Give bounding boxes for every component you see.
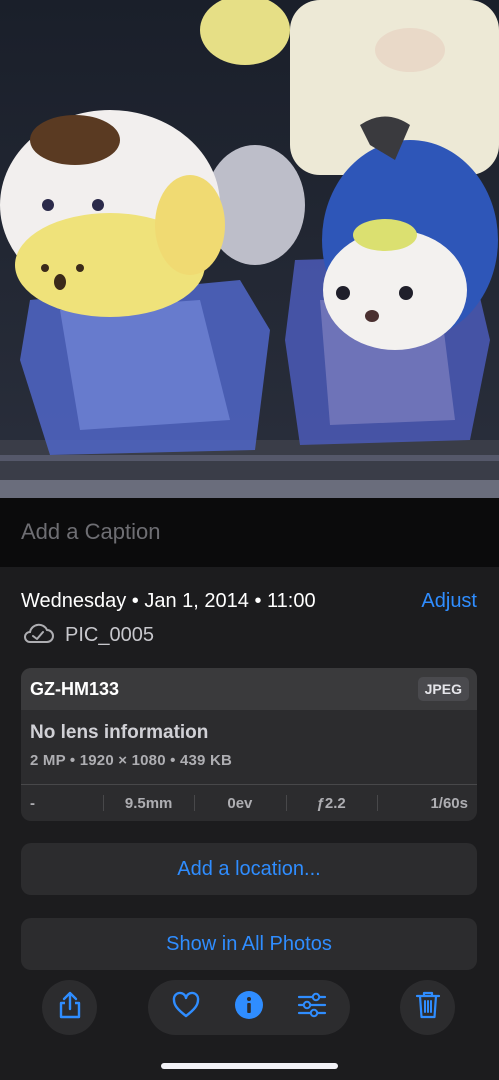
add-location-button[interactable]: Add a location... <box>21 843 477 895</box>
exif-row: - 9.5mm 0ev ƒ2.2 1/60s <box>21 785 477 821</box>
exif-iso: - <box>30 794 35 812</box>
photo-actions-group <box>148 980 350 1035</box>
delete-button[interactable] <box>400 980 455 1035</box>
info-button[interactable] <box>224 980 274 1035</box>
share-icon <box>56 990 84 1025</box>
show-in-all-photos-button[interactable]: Show in All Photos <box>21 918 477 970</box>
photo-date: Wednesday • Jan 1, 2014 • 11:00 <box>21 590 316 612</box>
home-indicator[interactable] <box>161 1063 338 1069</box>
lens-info: No lens information <box>30 722 209 743</box>
photo-preview[interactable] <box>0 0 499 498</box>
photo-image <box>0 0 499 498</box>
adjust-icon <box>297 991 327 1024</box>
adjust-edit-button[interactable] <box>287 980 337 1035</box>
caption-area[interactable]: Add a Caption <box>0 498 499 567</box>
metadata-card: GZ-HM133 JPEG No lens information 2 MP •… <box>21 668 477 821</box>
bottom-toolbar <box>0 980 499 1036</box>
format-badge: JPEG <box>417 677 469 701</box>
caption-placeholder[interactable]: Add a Caption <box>21 519 160 545</box>
adjust-date-button[interactable]: Adjust <box>421 590 477 613</box>
exif-focal-length: 9.5mm <box>103 785 194 821</box>
info-icon <box>234 990 264 1025</box>
exif-aperture: ƒ2.2 <box>285 785 377 821</box>
cloud-check-icon <box>21 621 55 650</box>
exif-exposure-bias: 0ev <box>194 785 285 821</box>
share-button[interactable] <box>42 980 97 1035</box>
info-panel: Wednesday • Jan 1, 2014 • 11:00 Adjust P… <box>0 567 499 1080</box>
exif-shutter: 1/60s <box>376 785 477 821</box>
camera-model: GZ-HM133 <box>30 679 120 699</box>
file-row: PIC_0005 <box>21 623 154 647</box>
file-name: PIC_0005 <box>65 623 154 646</box>
trash-icon <box>415 990 441 1025</box>
favorite-button[interactable] <box>161 980 211 1035</box>
metadata-header: GZ-HM133 JPEG <box>21 668 477 710</box>
heart-icon <box>171 991 201 1024</box>
image-specs: 2 MP • 1920 × 1080 • 439 KB <box>30 752 233 769</box>
